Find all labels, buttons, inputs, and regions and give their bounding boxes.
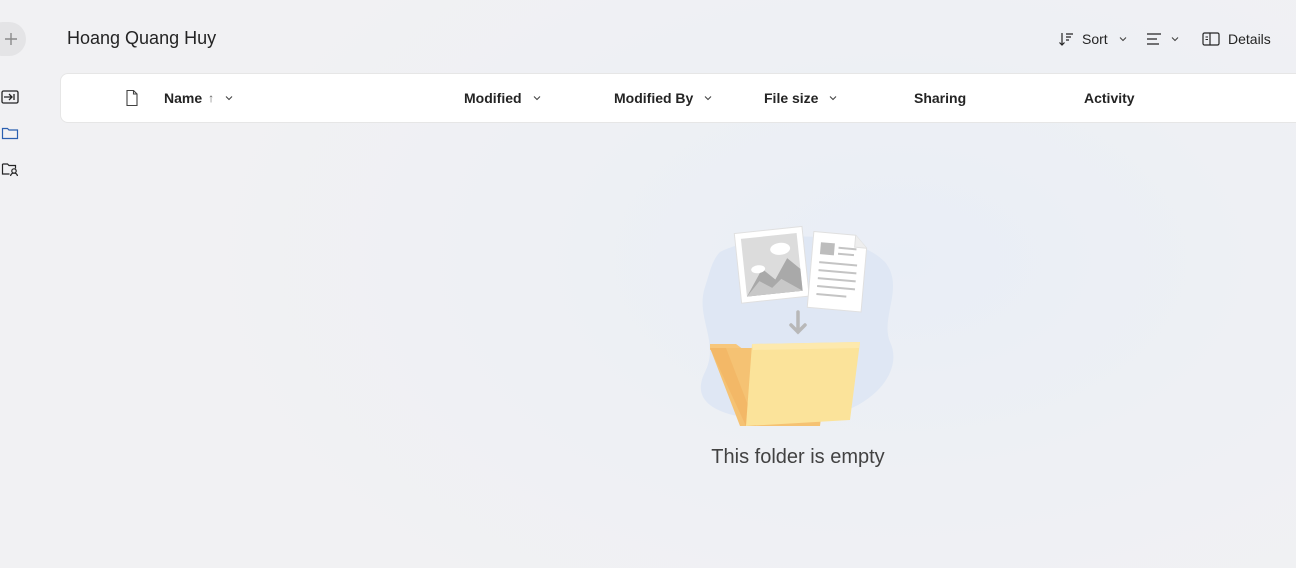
name-column-header[interactable]: Name ↑ xyxy=(164,74,234,122)
move-to-icon[interactable] xyxy=(1,89,19,105)
activity-column-label: Activity xyxy=(1084,90,1135,106)
column-header-row: Name ↑ Modified Modified By File size Sh… xyxy=(60,73,1296,123)
file-size-column-label: File size xyxy=(764,90,819,106)
modified-by-column-header[interactable]: Modified By xyxy=(614,74,713,122)
file-type-column[interactable] xyxy=(124,74,140,122)
shared-folder-icon[interactable] xyxy=(1,161,19,177)
modified-by-column-label: Modified By xyxy=(614,90,694,106)
sharing-column-label: Sharing xyxy=(914,90,967,106)
chevron-down-icon xyxy=(704,96,712,101)
chevron-down-icon xyxy=(225,96,233,101)
list-view-icon xyxy=(1147,33,1161,45)
folder-icon[interactable] xyxy=(1,125,19,141)
file-size-column-header[interactable]: File size xyxy=(764,74,838,122)
sort-ascending-indicator: ↑ xyxy=(208,91,215,105)
empty-folder-image xyxy=(700,225,894,426)
details-pane-icon xyxy=(1202,32,1220,46)
modified-column-label: Modified xyxy=(464,90,522,106)
sort-button[interactable]: Sort xyxy=(1058,28,1128,50)
sharing-column-header[interactable]: Sharing xyxy=(914,74,966,122)
sort-icon xyxy=(1059,33,1073,46)
chevron-down-icon xyxy=(1171,37,1179,42)
chevron-down-icon xyxy=(533,96,540,101)
page-title: Hoang Quang Huy xyxy=(67,28,217,48)
chevron-down-icon xyxy=(830,96,837,101)
new-button[interactable] xyxy=(0,22,26,56)
empty-folder-illustration xyxy=(690,222,910,432)
sort-label: Sort xyxy=(1082,31,1108,47)
name-column-label: Name xyxy=(164,90,203,106)
file-icon xyxy=(126,89,138,107)
details-button[interactable]: Details xyxy=(1202,28,1271,50)
left-rail xyxy=(0,0,40,568)
details-label: Details xyxy=(1228,31,1271,47)
chevron-down-icon xyxy=(1119,37,1127,42)
plus-icon xyxy=(5,33,17,45)
modified-column-header[interactable]: Modified xyxy=(464,74,542,122)
view-options-button[interactable] xyxy=(1146,28,1180,50)
activity-column-header[interactable]: Activity xyxy=(1084,74,1135,122)
empty-folder-message: This folder is empty xyxy=(711,446,885,468)
